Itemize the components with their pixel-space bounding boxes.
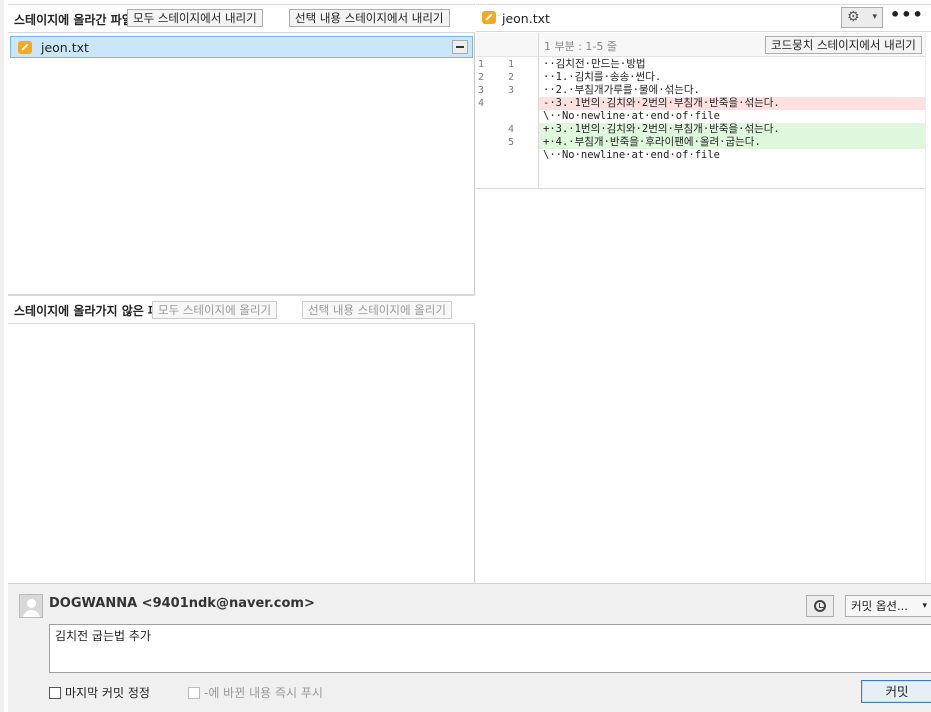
staged-file-name: jeon.txt [41,40,89,55]
sourcetree-commit-window: 스테이지에 올라간 파일 모두 스테이지에서 내리기 선택 내용 스테이지에서 … [0,0,931,712]
commit-options-dropdown[interactable]: 커밋 옵션... ▾ [845,595,931,617]
diff-line: 2 2 ··1.·김치를·송송·썬다. [476,71,925,84]
pencil-modified-icon [18,41,32,54]
more-options-button[interactable]: ••• [890,7,923,28]
unstage-file-button[interactable] [452,40,468,54]
ellipsis-icon: ••• [890,5,924,24]
new-line-number: 5 [508,137,515,148]
diff-line-text: -·3.·1번의·김치와·2번의·부침개·반죽을·섞는다. [539,97,925,110]
unstage-selected-button[interactable]: 선택 내용 스테이지에서 내리기 [289,9,450,27]
diff-line: \··No·newline·at·end·of·file [476,149,925,162]
unstage-all-button[interactable]: 모두 스테이지에서 내리기 [127,9,263,27]
commit-options-label: 커밋 옵션... [851,599,908,613]
pencil-modified-icon [482,11,496,24]
diff-file-name: jeon.txt [502,11,550,26]
diff-line-added: 4 +·3.·1번의·김치와·2번의·부침개·반죽을·섞는다. [476,123,925,136]
diff-line-text: \··No·newline·at·end·of·file [543,149,721,161]
gear-icon: ⚙ [847,9,860,25]
diff-line-text: ··1.·김치를·송송·썬다. [543,71,662,83]
diff-end-divider [476,188,925,189]
diff-line: 3 3 ··2.·부침개가루를·물에·섞는다. [476,84,925,97]
push-label: -에 바뀐 내용 즉시 푸시 [204,686,323,700]
commit-message-input[interactable]: 김치전 굽는법 추가 [49,624,931,673]
commit-author: DOGWANNA <9401ndk@naver.com> [49,596,315,611]
stage-selected-button[interactable]: 선택 내용 스테이지에 올리기 [302,301,452,319]
diff-line-text: +·3.·1번의·김치와·2번의·부침개·반죽을·섞는다. [539,123,925,136]
hunk-label: 1 부분 : 1-5 줄 [544,40,618,53]
commit-panel: DOGWANNA <9401ndk@naver.com> 커밋 옵션... ▾ 김… [8,583,931,712]
old-line-number: 3 [478,85,485,96]
unstage-hunk-button[interactable]: 코드뭉치 스테이지에서 내리기 [765,36,922,54]
diff-lines: 1 1 ··김치전·만드는·방법 2 2 ··1.·김치를·송송·썬다. 3 3 ··2.·… [476,58,925,162]
commit-button[interactable]: 커밋 [861,680,931,703]
diff-line: 1 1 ··김치전·만드는·방법 [476,58,925,71]
amend-checkbox[interactable]: 마지막 커밋 정정 [49,684,150,701]
unstaged-files-list [8,323,475,584]
diff-settings-button[interactable]: ⚙ ▾ [841,7,883,28]
new-line-number: 3 [508,85,515,96]
new-line-number: 4 [508,124,515,135]
diff-line-text: +·4.·부침개·반죽을·후라이팬에·올려·굽는다. [539,136,925,149]
unstaged-files-title: 스테이지에 올라가지 않은 파일 [14,304,171,318]
avatar [19,594,43,618]
staged-file-row[interactable]: jeon.txt [10,36,473,58]
diff-line-text: \··No·newline·at·end·of·file [543,110,721,122]
hunk-header: 1 부분 : 1-5 줄 코드뭉치 스테이지에서 내리기 [476,33,925,57]
old-line-number: 1 [478,59,485,70]
file-status-pane: 스테이지에 올라간 파일 모두 스테이지에서 내리기 선택 내용 스테이지에서 … [8,4,475,583]
push-checkbox[interactable]: -에 바뀐 내용 즉시 푸시 [188,684,323,701]
diff-line-text: ··김치전·만드는·방법 [543,58,646,70]
chevron-down-icon: ▾ [872,12,877,22]
history-clock-button[interactable] [806,595,834,617]
amend-checkbox-box[interactable] [49,687,61,699]
push-checkbox-box[interactable] [188,687,200,699]
old-line-number: 2 [478,72,485,83]
new-line-number: 2 [508,72,515,83]
diff-line-added: 5 +·4.·부침개·반죽을·후라이팬에·올려·굽는다. [476,136,925,149]
staged-files-title: 스테이지에 올라간 파일 [14,13,133,27]
diff-header: jeon.txt ⚙ ▾ ••• [476,5,931,32]
staged-files-header: 스테이지에 올라간 파일 모두 스테이지에서 내리기 선택 내용 스테이지에서 … [8,5,475,32]
new-line-number: 1 [508,59,515,70]
unstaged-files-header: 스테이지에 올라가지 않은 파일 모두 스테이지에 올리기 선택 내용 스테이지… [8,296,475,323]
diff-pane: jeon.txt ⚙ ▾ ••• 1 부분 : 1-5 줄 코드뭉치 스테이지에서… [476,4,931,584]
staged-files-list: jeon.txt [8,32,475,294]
diff-line: \··No·newline·at·end·of·file [476,110,925,123]
diff-line-removed: 4 -·3.·1번의·김치와·2번의·부침개·반죽을·섞는다. [476,97,925,110]
diff-line-text: ··2.·부침개가루를·물에·섞는다. [543,84,700,96]
diff-scrollbar[interactable] [925,33,931,584]
stage-all-button[interactable]: 모두 스테이지에 올리기 [152,301,278,319]
old-line-number: 4 [478,98,485,109]
amend-label: 마지막 커밋 정정 [65,686,150,700]
chevron-down-icon: ▾ [922,601,927,611]
